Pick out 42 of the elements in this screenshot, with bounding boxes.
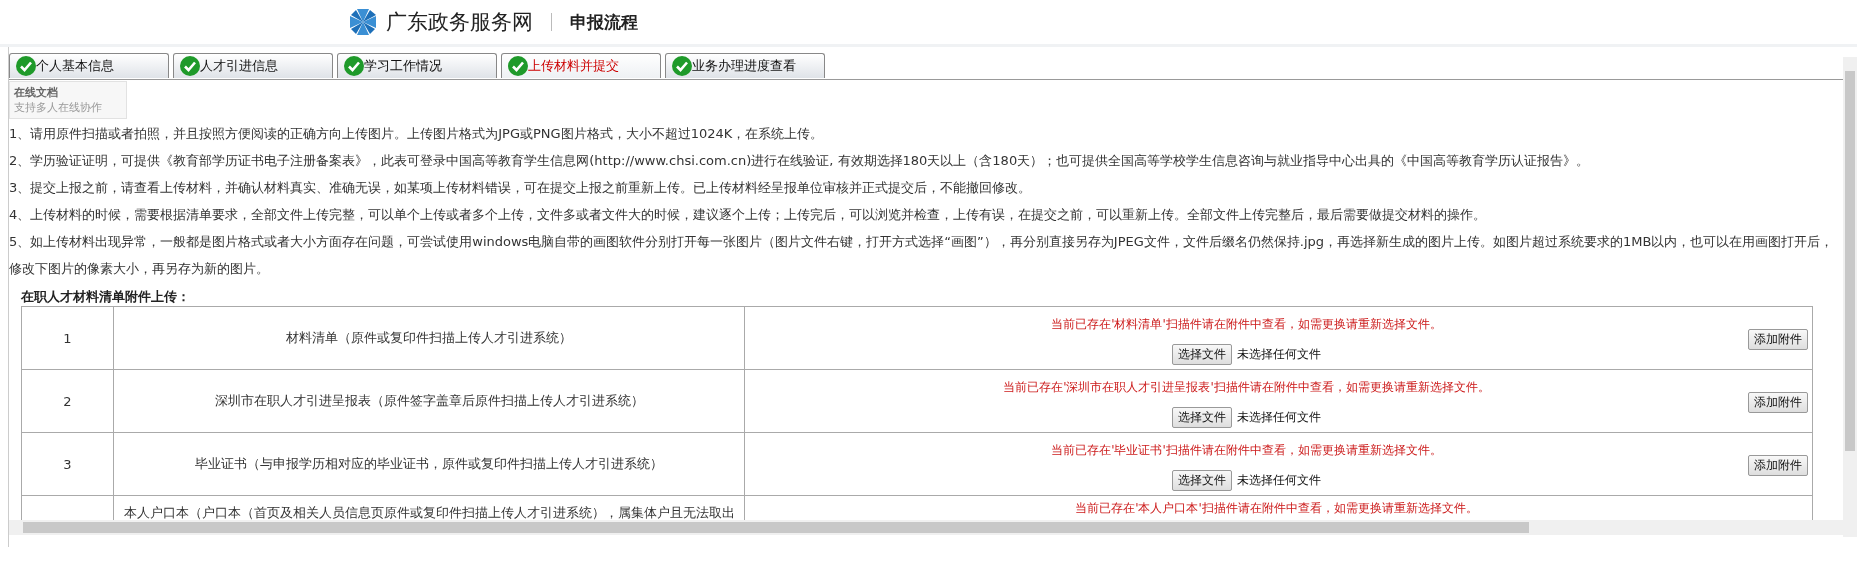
- instruction-text: 2、学历验证证明，可提供《教育部学历证书电子注册备案表》，此表可登录中国高等教育学生信息网(http://www.chsi.com.cn)进行在线验证, 有效期选择180天以上（含180天）；也可提供全国高等学校学生信息咨询与就业指导中心出具的《中国高等教育学历认证报告》。: [9, 152, 1591, 170]
- material-name: 本人户口本（户口本（首页及相关人员信息页原件或复印件扫描上传人才引进系统），属集体户且无法取出: [123, 504, 735, 520]
- material-name: 深圳市在职人才引进呈报表（原件签字盖章后原件扫描上传人才引进系统）: [214, 393, 644, 408]
- instruction-text: 1、请用原件扫描或者拍照，并且按照方便阅读的正确方向上传图片。上传图片格式为JPG或PNG图片格式，大小不超过1024K，在系统上传。: [9, 125, 825, 143]
- check-icon: [508, 56, 528, 76]
- tab[interactable]: 上传材料并提交: [501, 53, 661, 78]
- check-icon: [672, 56, 692, 76]
- horizontal-scrollbar[interactable]: [9, 520, 1843, 535]
- tab[interactable]: 学习工作情况: [337, 53, 497, 78]
- check-icon: [180, 56, 200, 76]
- add-attachment-button[interactable]: 添加附件: [1748, 328, 1808, 350]
- tab[interactable]: 业务办理进度查看: [665, 53, 825, 78]
- row-number: 1: [63, 330, 72, 346]
- choose-file-button[interactable]: 选择文件: [1172, 469, 1232, 491]
- section-title: 在职人才材料清单附件上传：: [21, 288, 191, 306]
- file-status: 未选择任何文件: [1237, 471, 1321, 489]
- row-number: 2: [63, 393, 72, 409]
- tooltip: 在线文档 支持多人在线协作: [9, 81, 127, 119]
- row-number: 3: [63, 456, 72, 472]
- instruction-text: 5、如上传材料出现异常，一般都是图片格式或者大小方面存在问题，可尝试使用windows电脑自带的画图软件分别打开每一张图片（图片文件右键，打开方式选择“画图”），再分别直接另存为JPEG文件，文件后缀名仍然保持.jpg，再选择新生成的图片上传。如图片超过系统要求的1MB以内，也可以在用画图打开后，修改下图片的像素大小，再另存为新的图片。: [9, 233, 1835, 278]
- choose-file-button[interactable]: 选择文件: [1172, 343, 1232, 365]
- check-icon: [344, 56, 364, 76]
- file-status: 未选择任何文件: [1237, 345, 1321, 363]
- notice-text: 当前已存在'深圳市在职人才引进呈报表'扫描件请在附件中查看，如需更换请重新选择文件。: [1003, 378, 1490, 395]
- tab[interactable]: 人才引进信息: [173, 53, 333, 78]
- notice-text: 当前已存在'材料清单'扫描件请在附件中查看，如需更换请重新选择文件。: [1051, 315, 1442, 332]
- tab[interactable]: 个人基本信息: [9, 53, 169, 78]
- page-title: 申报流程: [570, 10, 638, 34]
- check-icon: [16, 56, 36, 76]
- snowflake-logo-icon: [348, 7, 378, 37]
- add-attachment-button[interactable]: 添加附件: [1748, 454, 1808, 476]
- file-status: 未选择任何文件: [1237, 408, 1321, 426]
- choose-file-button[interactable]: 选择文件: [1172, 406, 1232, 428]
- instruction-text: 3、提交上报之前，请查看上传材料，并确认材料真实、准确无误，如某项上传材料错误，可在提交上报之前重新上传。已上传材料经呈报单位审核并正式提交后，不能撤回修改。: [9, 179, 1033, 197]
- notice-text: 当前已存在'本人户口本'扫描件请在附件中查看，如需更换请重新选择文件。: [1075, 500, 1478, 516]
- add-attachment-button[interactable]: 添加附件: [1748, 391, 1808, 413]
- site-name: 广东政务服务网: [386, 9, 533, 36]
- material-name: 毕业证书（与申报学历相对应的毕业证书，原件或复印件扫描上传人才引进系统）: [195, 456, 663, 471]
- notice-text: 当前已存在'毕业证书'扫描件请在附件中查看，如需更换请重新选择文件。: [1051, 441, 1442, 458]
- instruction-text: 4、上传材料的时候，需要根据清单要求，全部文件上传完整，可以单个上传或者多个上传，文件多或者文件大的时候，建议逐个上传；上传完后，可以浏览并检查，上传有误，在提交之前，可以重新上传。全部文件上传完整后，最后需要做提交材料的操作。: [9, 206, 1488, 224]
- material-name: 材料清单（原件或复印件扫描上传人才引进系统）: [286, 330, 572, 345]
- vertical-scrollbar[interactable]: [1843, 57, 1857, 537]
